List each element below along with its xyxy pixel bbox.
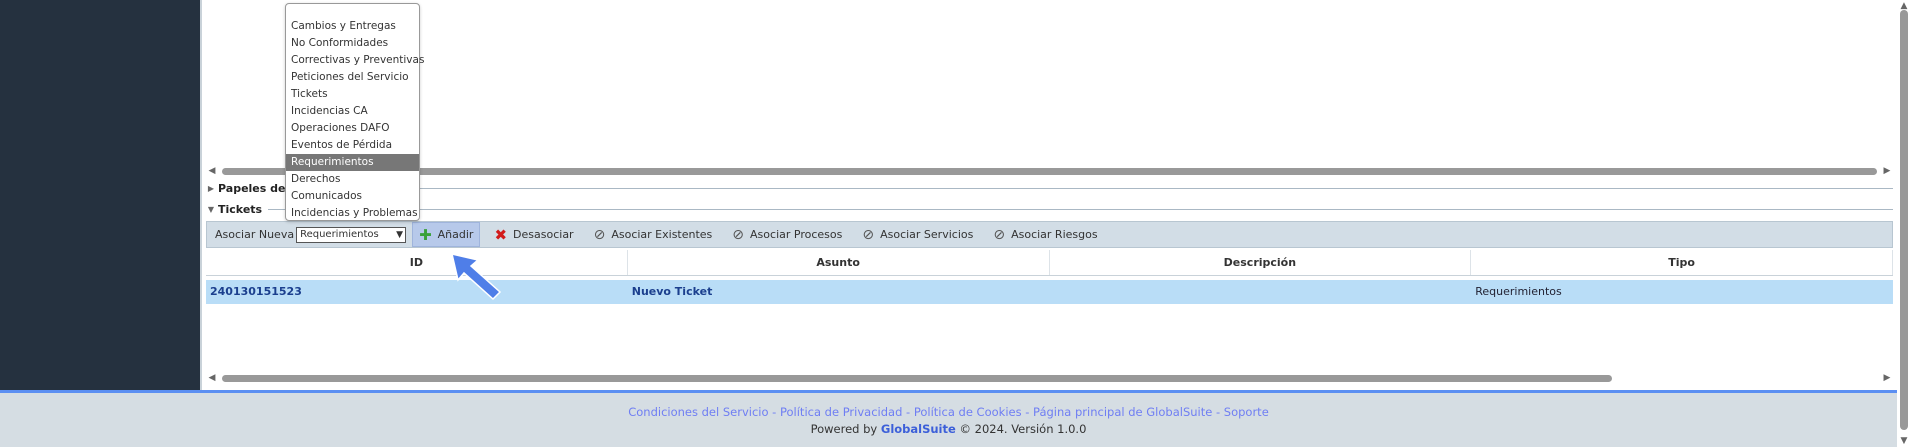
footer-links: Condiciones del Servicio - Política de P… [0,405,1897,419]
scroll-thumb[interactable] [222,375,1613,382]
dropdown-option[interactable]: Operaciones DAFO [286,120,419,137]
type-select[interactable]: Requerimientos ▼ [296,226,407,243]
pointer-arrow-icon [450,252,502,301]
paperclip-icon: ⊘ [862,226,875,243]
type-select-value: Requerimientos [300,228,379,240]
footer-separator: - [1021,405,1034,419]
footer-link-service[interactable]: Condiciones del Servicio [628,405,768,419]
ticket-subject-link[interactable]: Nuevo Ticket [628,280,1050,304]
dropdown-option[interactable]: Incidencias CA [286,103,419,120]
column-header-id[interactable]: ID [206,250,628,275]
expanded-triangle-icon[interactable]: ▼ [204,205,218,214]
dropdown-option[interactable]: Peticiones del Servicio [286,69,419,86]
copyright-text: © 2024. Versión 1.0.0 [959,422,1087,436]
ticket-description [1050,280,1472,304]
section-tickets-header[interactable]: ▼ Tickets [204,200,1893,218]
section-divider [302,187,1893,189]
scroll-thumb[interactable] [222,168,1877,175]
scroll-down-arrow-icon[interactable]: ▼ [1897,435,1911,447]
ticket-type: Requerimientos [1475,285,1562,298]
associate-risks-button[interactable]: ⊘ Asociar Riesgos [987,222,1103,247]
footer-link-cookies[interactable]: Política de Cookies [914,405,1022,419]
paperclip-icon: ⊘ [732,226,745,243]
footer-separator: - [902,405,914,419]
disassociate-button[interactable]: ✖ Desasociar [488,222,579,247]
column-header-asunto[interactable]: Asunto [628,250,1050,275]
main-panel: ◀ ▶ ▶ Papeles de T ▼ Tickets Asociar Nue… [200,0,1897,390]
brand-link[interactable]: GlobalSuite [881,422,956,436]
section-tickets-title: Tickets [218,202,263,216]
scroll-right-arrow-icon[interactable]: ▶ [1881,371,1893,385]
associate-new-label: Asociar Nueva [215,228,295,241]
plus-icon: ✚ [419,225,432,244]
footer-separator: - [1212,405,1224,419]
dropdown-option-selected[interactable]: Requerimientos [286,154,419,171]
scroll-right-arrow-icon[interactable]: ▶ [1881,164,1893,178]
dropdown-option[interactable]: Incidencias y Problemas [286,205,419,222]
associate-services-label: Asociar Servicios [880,228,974,241]
associate-existing-label: Asociar Existentes [611,228,713,241]
vertical-scroll-thumb[interactable] [1900,10,1908,430]
ticket-id-link[interactable]: 240130151523 [206,280,628,304]
associate-existing-button[interactable]: ⊘ Asociar Existentes [588,222,719,247]
associate-processes-button[interactable]: ⊘ Asociar Procesos [726,222,848,247]
dropdown-option[interactable]: Tickets [286,86,419,103]
left-sidebar [0,0,200,390]
section-papeles-header[interactable]: ▶ Papeles de T [204,179,1893,197]
dropdown-option[interactable]: Eventos de Pérdida [286,137,419,154]
footer-separator: - [768,405,780,419]
dropdown-option[interactable]: Derechos [286,171,419,188]
scroll-left-arrow-icon[interactable]: ◀ [206,164,218,178]
powered-by-label: Powered by [810,422,878,436]
dropdown-option[interactable]: Cambios y Entregas [286,18,419,35]
dropdown-option[interactable]: Correctivas y Preventivas [286,52,424,69]
close-icon: ✖ [494,225,508,244]
add-button-label: Añadir [437,228,474,241]
scroll-track[interactable] [222,168,1877,175]
column-header-tipo[interactable]: Tipo [1471,250,1893,275]
tickets-toolbar: Asociar Nueva Requerimientos ▼ ✚ Añadir … [206,221,1893,248]
upper-horizontal-scrollbar[interactable]: ◀ ▶ [206,164,1893,178]
dropdown-option[interactable]: No Conformidades [286,35,419,52]
column-header-descripcion[interactable]: Descripción [1050,250,1472,275]
dropdown-option[interactable]: Comunicados [286,188,419,205]
scroll-track[interactable] [222,375,1877,382]
chevron-down-icon: ▼ [396,229,404,240]
paperclip-icon: ⊘ [593,226,606,243]
vertical-scrollbar[interactable]: ▲ ▼ [1897,0,1911,447]
footer-link-privacy[interactable]: Política de Privacidad [780,405,902,419]
section-divider [268,208,1893,210]
lower-horizontal-scrollbar[interactable]: ◀ ▶ [206,371,1893,385]
associate-risks-label: Asociar Riesgos [1011,228,1098,241]
collapsed-triangle-icon[interactable]: ▶ [204,184,218,193]
associate-processes-label: Asociar Procesos [750,228,843,241]
footer-powered: Powered by GlobalSuite © 2024. Versión 1… [0,422,1897,436]
paperclip-icon: ⊘ [993,226,1006,243]
type-dropdown-list[interactable]: Cambios y Entregas No Conformidades Corr… [285,3,424,222]
scroll-left-arrow-icon[interactable]: ◀ [206,371,218,385]
associate-services-button[interactable]: ⊘ Asociar Servicios [856,222,979,247]
add-button[interactable]: ✚ Añadir [412,222,481,247]
footer-link-support[interactable]: Soporte [1224,405,1269,419]
disassociate-button-label: Desasociar [513,228,574,241]
footer-link-home[interactable]: Página principal de GlobalSuite [1033,405,1212,419]
footer: Condiciones del Servicio - Política de P… [0,390,1897,447]
